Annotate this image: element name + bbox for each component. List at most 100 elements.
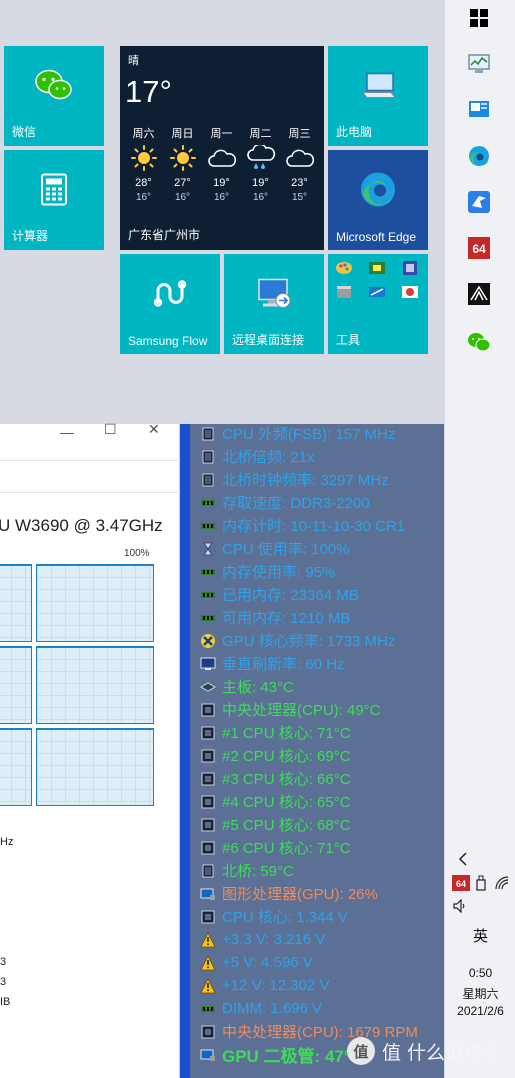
taskbar-app-wechat[interactable] — [465, 328, 493, 356]
tools-label: 工具 — [336, 333, 361, 347]
weather-day: 周日 27° 16° — [163, 125, 202, 203]
cpu-icon — [200, 702, 222, 718]
this-pc-label: 此电脑 — [336, 125, 373, 139]
weather-high-temp: 19° — [213, 177, 230, 189]
sensor-reading: 内存计时: 10-11-10-30 CR1 — [222, 518, 406, 535]
weather-tile[interactable]: 晴 17° 周六 28° 16° 周日 27° 16° 周一 19° 16° 周二 19° 16° 周三… — [120, 46, 324, 250]
aida64-icon: 64 — [468, 237, 490, 259]
input-method-indicator[interactable]: 英 — [445, 925, 515, 946]
taskbar-app-corsair[interactable] — [465, 280, 493, 308]
sensor-reading: 内存使用率: 95% — [222, 564, 336, 581]
cpu-usage-fill — [0, 647, 31, 723]
processor-tool-icon[interactable] — [400, 260, 420, 276]
sensor-reading: #6 CPU 核心: 71°C — [222, 840, 351, 857]
sensor-row: 垂直刷新率: 60 Hz — [200, 652, 345, 675]
sensor-reading: 北桥时钟频率: 3297 MHz — [222, 472, 389, 489]
stat-label: 3 — [0, 976, 7, 988]
sensor-reading: 主板: 43°C — [222, 679, 294, 696]
chip-tool-icon[interactable] — [367, 260, 387, 276]
remote-desktop-tile[interactable]: 远程桌面连接 — [224, 254, 324, 354]
edge-tile[interactable]: Microsoft Edge — [328, 150, 428, 250]
taskbar-app-aida64[interactable]: 64 — [465, 234, 493, 262]
weather-low-temp: 16° — [252, 192, 269, 203]
cpu-usage-fill — [0, 565, 31, 641]
weather-condition: 晴 — [128, 55, 139, 67]
media-tool-icon[interactable] — [400, 284, 420, 300]
ram-icon — [200, 518, 222, 534]
sensor-row: 北桥时钟频率: 3297 MHz — [200, 468, 389, 491]
sensor-row: GPU 核心频率: 1733 MHz — [200, 629, 395, 652]
sensor-row: CPU 外频(FSB): 157 MHz — [200, 422, 395, 445]
clock-date[interactable]: 2021/2/6 — [445, 1004, 515, 1018]
clock-weekday[interactable]: 星期六 — [445, 985, 515, 1002]
monitor-icon — [200, 656, 222, 672]
ram-icon — [200, 495, 222, 511]
sensor-panel: CPU 外频(FSB): 157 MHz 北桥倍频: 21x 北桥时钟频率: 329… — [180, 424, 444, 1078]
calculator-tile[interactable]: 计算器 — [4, 150, 104, 250]
sensor-row: GPU 二极管: 47°C — [200, 1043, 363, 1066]
weather-low-temp: 16° — [135, 192, 152, 203]
sensor-reading: GPU 核心频率: 1733 MHz — [222, 633, 396, 650]
windows-logo-icon — [470, 9, 488, 27]
cpu-core-graph — [0, 564, 32, 642]
sensor-row: #1 CPU 核心: 71°C — [200, 721, 351, 744]
sensor-reading: +12 V: 12.302 V — [222, 977, 330, 994]
ram-icon — [200, 587, 222, 603]
sensor-row: #3 CPU 核心: 66°C — [200, 767, 351, 790]
taskbar-app-remote[interactable] — [465, 96, 493, 124]
remote-desktop-icon — [255, 277, 293, 316]
cpu-usage-fill — [37, 729, 153, 805]
network-tool-icon[interactable] — [367, 284, 387, 300]
paint-palette-icon[interactable] — [334, 260, 354, 276]
sensor-reading: #4 CPU 核心: 65°C — [222, 794, 351, 811]
minimize-icon[interactable]: — — [60, 424, 74, 440]
ram-icon — [200, 564, 222, 580]
wechat-icon — [34, 68, 74, 109]
sensor-reading: #3 CPU 核心: 66°C — [222, 771, 351, 788]
this-pc-tile[interactable]: 此电脑 — [328, 46, 428, 146]
sensor-reading: 北桥: 59°C — [222, 863, 294, 880]
close-icon[interactable]: ✕ — [148, 421, 160, 438]
tray-usb[interactable] — [471, 869, 491, 897]
sensor-row: CPU 使用率: 100% — [200, 537, 350, 560]
weather-day-name: 周一 — [210, 128, 233, 140]
taskbar-app-task-manager[interactable] — [465, 50, 493, 78]
task-manager-window: — ☐ ✕ U W3690 @ 3.47GHz 100% Hz 3 3 IB — [0, 421, 180, 1078]
wechat-tile[interactable]: 微信 — [4, 46, 104, 146]
start-button[interactable] — [465, 4, 493, 32]
tools-tile-group[interactable]: 工具 — [328, 254, 428, 354]
start-menu: 微信 计算器 晴 17° 周六 28° 16° 周日 27° 16° 周一 19° 16° 周二 1… — [0, 0, 444, 424]
tools-icon-grid — [334, 260, 422, 300]
weather-day: 周一 19° 16° — [202, 125, 241, 203]
watermark: 值 值 什么值得买 — [346, 1036, 502, 1066]
taskbar-app-mail[interactable] — [465, 188, 493, 216]
tray-volume[interactable] — [449, 892, 473, 920]
tray-wifi[interactable] — [493, 869, 513, 897]
divider — [0, 460, 180, 461]
sensor-row: CPU 核心: 1.344 V — [200, 905, 348, 928]
weather-day: 周二 19° 16° — [241, 125, 280, 203]
samsung-flow-tile[interactable]: Samsung Flow — [120, 254, 220, 354]
sensor-reading: #2 CPU 核心: 69°C — [222, 748, 351, 765]
chip-icon — [200, 863, 222, 879]
sensor-reading: 已用内存: 23364 MB — [222, 587, 359, 604]
maximize-icon[interactable]: ☐ — [104, 421, 117, 438]
sensor-row: #4 CPU 核心: 65°C — [200, 790, 351, 813]
weather-low-temp: 16° — [174, 192, 191, 203]
weather-high-temp: 28° — [135, 177, 152, 189]
sensor-reading: 可用内存: 1210 MB — [222, 610, 351, 627]
drive-tool-icon[interactable] — [334, 284, 354, 300]
taskbar-app-edge[interactable] — [465, 142, 493, 170]
weather-day-name: 周六 — [132, 128, 155, 140]
cloud-icon — [202, 141, 241, 175]
cpu-icon — [200, 725, 222, 741]
clock-time[interactable]: 0:50 — [445, 966, 515, 980]
svg-text:64: 64 — [456, 879, 466, 889]
weather-high-temp: 19° — [252, 177, 269, 189]
sensor-row: #6 CPU 核心: 71°C — [200, 836, 351, 859]
calculator-label: 计算器 — [12, 229, 49, 243]
watermark-logo: 值 — [347, 1037, 375, 1065]
sensor-reading: #1 CPU 核心: 71°C — [222, 725, 351, 742]
sun-icon — [163, 141, 202, 175]
sensor-row: 北桥: 59°C — [200, 859, 294, 882]
